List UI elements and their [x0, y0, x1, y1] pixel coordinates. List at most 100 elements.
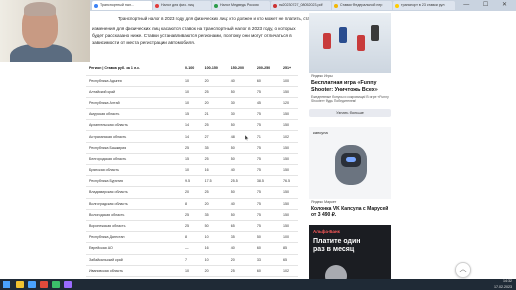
- table-row: Республика Адыгея 10 20 40 60 100: [86, 75, 298, 87]
- rate-cell: 25: [204, 190, 209, 195]
- ad-source-label: Яндекс Маркет: [311, 200, 337, 204]
- taskbar-clock[interactable]: 14:32 17.02.2023: [494, 279, 512, 290]
- rate-cell: 20: [230, 257, 235, 262]
- tab-favicon-icon: [214, 3, 218, 8]
- rate-cell: —: [185, 246, 189, 251]
- rate-cell: 14: [185, 123, 189, 128]
- rate-cell: 48: [230, 134, 235, 139]
- rate-cell: 50: [230, 145, 235, 150]
- tab-label: нк20230727_08052023.pdf: [279, 3, 323, 7]
- rate-cell: 100: [283, 235, 290, 240]
- speaker-ad-image: капсула: [309, 127, 391, 199]
- scroll-to-top-button[interactable]: ︿: [455, 262, 471, 278]
- table-row: Волгоградская область 8 20 40 75 150: [86, 198, 298, 210]
- rate-cell: 10: [204, 235, 209, 240]
- table-row: Забайкальский край 7 10 20 33 65: [86, 254, 298, 266]
- rate-cell: 40: [230, 201, 235, 206]
- os-taskbar: 14:32 17.02.2023: [0, 279, 516, 290]
- rate-cell: 15: [185, 112, 189, 117]
- tab-active[interactable]: Транспортный нал...: [92, 1, 152, 10]
- rate-cell: 60: [256, 246, 261, 251]
- region-cell: Ивановская область: [89, 268, 123, 273]
- tab-favicon-icon: [334, 3, 338, 8]
- tab[interactable]: транспорт в 23 ставки рул: [393, 1, 455, 10]
- bank-ad-image: [325, 265, 347, 279]
- table-row: Владимирская область 20 25 50 75 150: [86, 187, 298, 199]
- taskbar-app-icon[interactable]: [28, 281, 36, 288]
- region-cell: Республика Башкирия: [89, 145, 127, 150]
- column-header: 251+: [283, 65, 292, 70]
- learn-more-button[interactable]: Узнать больше: [309, 109, 391, 117]
- bank-ad[interactable]: Альфа-Банк Платите один раз в месяц: [309, 225, 391, 279]
- tab-label: транспорт в 23 ставки рул: [401, 3, 445, 7]
- ad-title[interactable]: Платите один раз в месяц: [313, 238, 373, 254]
- rate-cell: 35: [204, 145, 209, 150]
- speaker-ad[interactable]: капсула Яндекс Маркет Колонка VK Капсула…: [309, 127, 391, 225]
- tab-favicon-icon: [273, 3, 277, 8]
- rate-cell: 30: [230, 100, 235, 105]
- game-ad-image: [309, 13, 391, 73]
- ad-brand-label: капсула: [313, 130, 328, 135]
- start-menu-icon[interactable]: [3, 281, 10, 288]
- rate-cell: 45: [256, 100, 261, 105]
- rate-cell: 25: [185, 212, 189, 217]
- ad-title[interactable]: Колонка VK Капсула с Марусей от 3 490 ₽.: [311, 206, 391, 218]
- table-row: Республика Башкирия 25 35 50 75 150: [86, 142, 298, 154]
- table-row: Архангельская область 14 25 50 75 150: [86, 120, 298, 131]
- rate-cell: 40: [230, 78, 235, 83]
- rate-cell: 85: [283, 246, 288, 251]
- rate-cell: 25: [185, 224, 189, 229]
- rate-cell: 25: [204, 156, 209, 161]
- table-row: Республика Дагестан 8 10 35 50 100: [86, 232, 298, 243]
- tab[interactable]: Налог для физ. лиц: [153, 1, 211, 10]
- rate-cell: 10: [185, 268, 189, 273]
- taskbar-app-icon[interactable]: [64, 281, 72, 288]
- rate-cell: 40: [230, 168, 235, 173]
- region-cell: Алтайский край: [89, 89, 116, 94]
- region-cell: Еврейская АО: [89, 246, 113, 251]
- taskbar-app-icon[interactable]: [40, 281, 48, 288]
- rate-cell: 50: [230, 212, 235, 217]
- rate-cell: 150: [283, 168, 290, 173]
- article-intro: изменения для физических лиц касаются ст…: [92, 26, 296, 45]
- rate-cell: 35: [204, 212, 209, 217]
- rate-cell: 38.5: [256, 179, 264, 184]
- ads-sidebar: Яндекс Игры Бесплатная игра «Funny Shoot…: [309, 11, 391, 279]
- tab[interactable]: Ставки Федеральной пер: [332, 1, 392, 10]
- rate-cell: 10: [204, 257, 209, 262]
- game-ad[interactable]: Яндекс Игры Бесплатная игра «Funny Shoot…: [309, 13, 391, 125]
- rate-cell: 20: [204, 268, 209, 273]
- ad-title[interactable]: Бесплатная игра «Funny Shooter: Уничтожь…: [311, 80, 391, 93]
- region-cell: Владимирская область: [89, 190, 128, 195]
- rate-cell: 25: [204, 123, 209, 128]
- table-row: Астраханская область 14 27 48 71 102: [86, 131, 298, 143]
- rate-cell: 75: [256, 123, 261, 128]
- region-cell: Белгородская область: [89, 156, 127, 161]
- ad-text: Ежедневные бонусы и сокровища! В игре «F…: [311, 95, 389, 104]
- rate-cell: 50: [204, 224, 209, 229]
- taskbar-app-icon[interactable]: [52, 281, 60, 288]
- rate-cell: 50: [230, 89, 235, 94]
- rate-cell: 150: [283, 190, 290, 195]
- table-row: Амурская область 15 21 30 75 150: [86, 109, 298, 120]
- rate-cell: 15: [185, 156, 189, 161]
- rate-cell: 150: [283, 212, 290, 217]
- rate-cell: 20: [204, 201, 209, 206]
- tab[interactable]: Налог Медведь Россия: [212, 1, 270, 10]
- rate-cell: 102: [283, 268, 290, 273]
- rate-cell: 20: [204, 100, 209, 105]
- table-body: Республика Адыгея 10 20 40 60 100 Алтайский кр…: [86, 75, 298, 279]
- rate-cell: 8: [185, 201, 187, 206]
- rate-cell: 50: [256, 235, 261, 240]
- taskbar-app-icon[interactable]: [16, 281, 24, 288]
- rate-cell: 76.5: [283, 179, 291, 184]
- ad-source-label: Яндекс Игры: [311, 74, 333, 78]
- tab[interactable]: нк20230727_08052023.pdf: [271, 1, 331, 10]
- window-controls[interactable]: — ☐ ✕: [463, 1, 513, 10]
- rate-cell: 25: [204, 89, 209, 94]
- column-header: 150-200: [230, 65, 244, 70]
- rate-cell: 65: [283, 257, 288, 262]
- rate-cell: 25: [230, 268, 235, 273]
- rate-cell: 150: [283, 123, 290, 128]
- region-cell: Вологодская область: [89, 212, 125, 217]
